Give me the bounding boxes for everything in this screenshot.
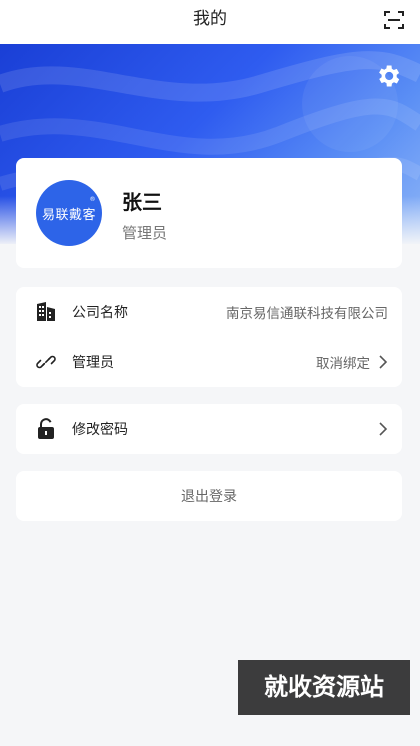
user-role: 管理员 <box>122 224 168 242</box>
change-password-row[interactable]: 修改密码 <box>16 404 402 454</box>
lock-icon <box>38 418 54 439</box>
avatar-registered-mark: ® <box>89 196 96 203</box>
scan-icon[interactable] <box>382 8 406 32</box>
logout-button[interactable]: 退出登录 <box>16 471 402 521</box>
info-card: 公司名称 南京易信通联科技有限公司 管理员 取消绑定 <box>16 287 402 387</box>
avatar-text: 易联戴客 <box>41 207 96 223</box>
chevron-right-icon <box>379 355 388 369</box>
unbind-action[interactable]: 取消绑定 <box>316 352 370 372</box>
link-icon <box>36 355 56 369</box>
watermark: 就收资源站 <box>238 660 410 715</box>
change-password-label: 修改密码 <box>72 422 128 438</box>
page-title: 我的 <box>193 9 227 29</box>
avatar[interactable]: 易联戴客 ® <box>36 180 102 246</box>
logout-label: 退出登录 <box>181 489 237 505</box>
building-icon <box>37 302 55 321</box>
profile-card: 易联戴客 ® 张三 管理员 <box>16 158 402 268</box>
change-password-item[interactable]: 修改密码 <box>16 404 402 454</box>
admin-row[interactable]: 管理员 取消绑定 <box>16 337 402 387</box>
gear-icon[interactable] <box>374 62 402 90</box>
top-bar: 我的 <box>0 0 420 44</box>
company-value: 南京易信通联科技有限公司 <box>226 306 388 322</box>
company-label: 公司名称 <box>72 305 128 321</box>
user-name: 张三 <box>122 190 162 214</box>
admin-label: 管理员 <box>72 355 114 371</box>
chevron-right-icon <box>379 422 388 436</box>
company-row: 公司名称 南京易信通联科技有限公司 <box>16 287 402 337</box>
